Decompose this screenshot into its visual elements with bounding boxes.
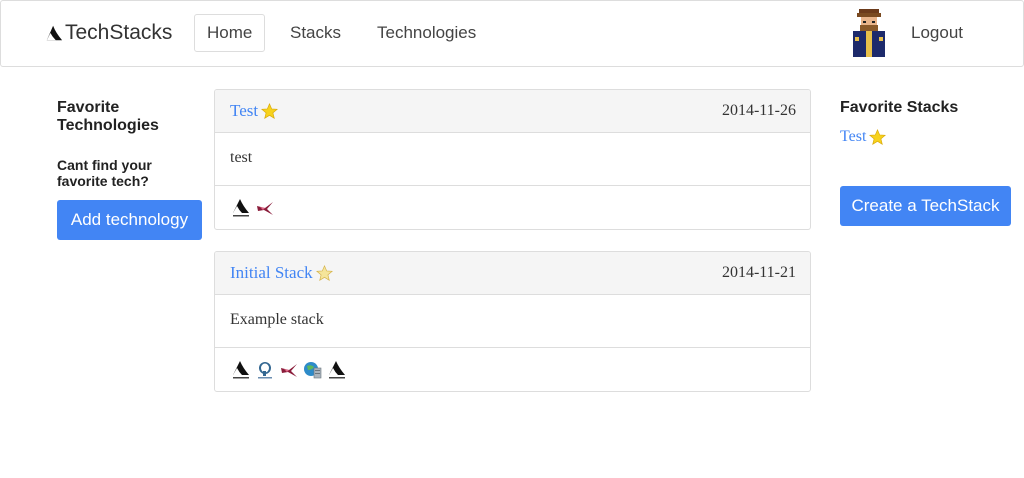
brand-link[interactable]: TechStacks: [45, 20, 172, 46]
servicestack-logo-icon[interactable]: [327, 360, 347, 380]
stack-title-link[interactable]: Test: [230, 101, 279, 121]
redis-bird-icon[interactable]: [255, 198, 275, 218]
stack-card: Test 2014-11-26 test: [214, 89, 811, 230]
favorite-technologies-heading: Favorite Technologies: [57, 99, 159, 134]
stack-tech-icons: [215, 186, 810, 228]
favorite-star-icon[interactable]: [261, 102, 279, 120]
stack-card-header: Initial Stack 2014-11-21: [215, 252, 810, 295]
stack-title: Test: [230, 101, 259, 120]
user-avatar[interactable]: [845, 7, 893, 57]
servicestack-logo-icon[interactable]: [231, 198, 251, 218]
add-technology-button[interactable]: Add technology: [57, 200, 202, 240]
brand-label: TechStacks: [65, 21, 173, 44]
postgresql-elephant-icon[interactable]: [255, 360, 275, 380]
servicestack-logo-icon: [46, 25, 63, 41]
top-navbar: TechStacks Home Stacks Technologies Logo…: [0, 0, 1024, 67]
stack-tech-icons: [215, 348, 810, 390]
favorite-stack-link[interactable]: Test: [840, 128, 887, 146]
nav-technologies[interactable]: Technologies: [365, 14, 488, 52]
logout-link[interactable]: Logout: [899, 14, 975, 52]
stack-description-text: Example stack: [230, 311, 324, 328]
stack-description: Example stack: [215, 295, 810, 348]
servicestack-logo-icon[interactable]: [231, 360, 251, 380]
cant-find-tech-text: Cant find your favorite tech?: [57, 157, 152, 189]
stack-date: 2014-11-21: [721, 264, 796, 281]
stack-card-header: Test 2014-11-26: [215, 90, 810, 133]
favorite-stack-label: Test: [840, 128, 867, 145]
stack-title-link[interactable]: Initial Stack: [230, 263, 333, 283]
nav-home[interactable]: Home: [194, 14, 265, 52]
globe-server-icon[interactable]: [303, 360, 323, 380]
stack-description: test: [215, 133, 810, 186]
redis-bird-icon[interactable]: [279, 360, 299, 380]
favorite-stacks-heading: Favorite Stacks: [840, 99, 959, 116]
stack-date: 2014-11-26: [721, 102, 796, 119]
create-techstack-button[interactable]: Create a TechStack: [840, 186, 1011, 226]
stack-description-text: test: [230, 149, 253, 166]
stack-title: Initial Stack: [230, 263, 313, 282]
nav-stacks[interactable]: Stacks: [278, 14, 353, 52]
stack-card: Initial Stack 2014-11-21 Example stack: [214, 251, 811, 392]
favorite-star-icon[interactable]: [315, 264, 333, 282]
star-icon: [869, 128, 887, 146]
